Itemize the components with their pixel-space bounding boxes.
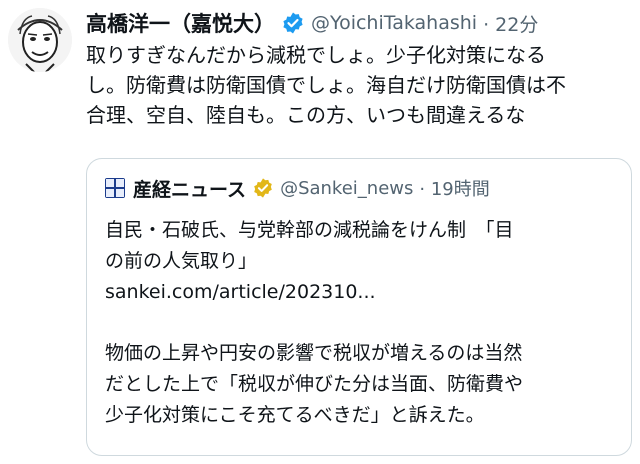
tweet-text-line: 取りすぎなんだから減税でしょ。少子化対策になる	[86, 43, 546, 67]
display-name[interactable]: 高橋洋一（嘉悦大）	[86, 8, 275, 38]
sankei-logo-icon[interactable]	[105, 178, 125, 198]
quoted-body-line: 少子化対策にこそ充てるべきだ」と訴えた。	[105, 404, 485, 426]
quoted-body-line: だとした上で「税収が伸びた分は当面、防衛費や	[105, 373, 524, 395]
quoted-tweet-header: 産経ニュース @Sankei_news · 19時間	[105, 173, 490, 203]
quoted-headline-line: の前の人気取り」	[105, 250, 258, 272]
tweet-text-line: し。防衛費は防衛国債でしょ。海自だけ防衛国債は不	[86, 73, 566, 97]
tweet-timestamp[interactable]: · 22分	[483, 10, 538, 37]
quoted-body-line: 物価の上昇や円安の影響で税収が増えるのは当然	[105, 342, 523, 364]
tweet-text-line: 合理、空自、陸自も。この方、いつも間違えるな	[86, 103, 526, 127]
quoted-headline-line: 自民・石破氏、与党幹部の減税論をけん制 「目	[105, 219, 514, 241]
quoted-tweet-card[interactable]: 産経ニュース @Sankei_news · 19時間 自民・石破氏、与党幹部の減…	[86, 158, 632, 456]
article-link[interactable]: sankei.com/article/202310...	[105, 277, 615, 308]
quoted-tweet-body: 自民・石破氏、与党幹部の減税論をけん制 「目 の前の人気取り」 sankei.c…	[105, 215, 615, 431]
gold-verified-badge-icon[interactable]	[252, 177, 274, 199]
caricature-avatar-icon[interactable]	[8, 8, 72, 72]
quoted-handle[interactable]: @Sankei_news	[280, 178, 413, 199]
tweet-header: 高橋洋一（嘉悦大） @YoichiTakahashi · 22分	[86, 6, 538, 40]
user-handle[interactable]: @YoichiTakahashi	[311, 12, 477, 34]
quoted-timestamp[interactable]: · 19時間	[419, 175, 489, 201]
blue-verified-badge-icon[interactable]	[281, 11, 305, 35]
quoted-display-name[interactable]: 産経ニュース	[133, 175, 246, 202]
tweet-text: 取りすぎなんだから減税でしょ。少子化対策になる し。防衛費は防衛国債でしょ。海自…	[86, 40, 634, 130]
